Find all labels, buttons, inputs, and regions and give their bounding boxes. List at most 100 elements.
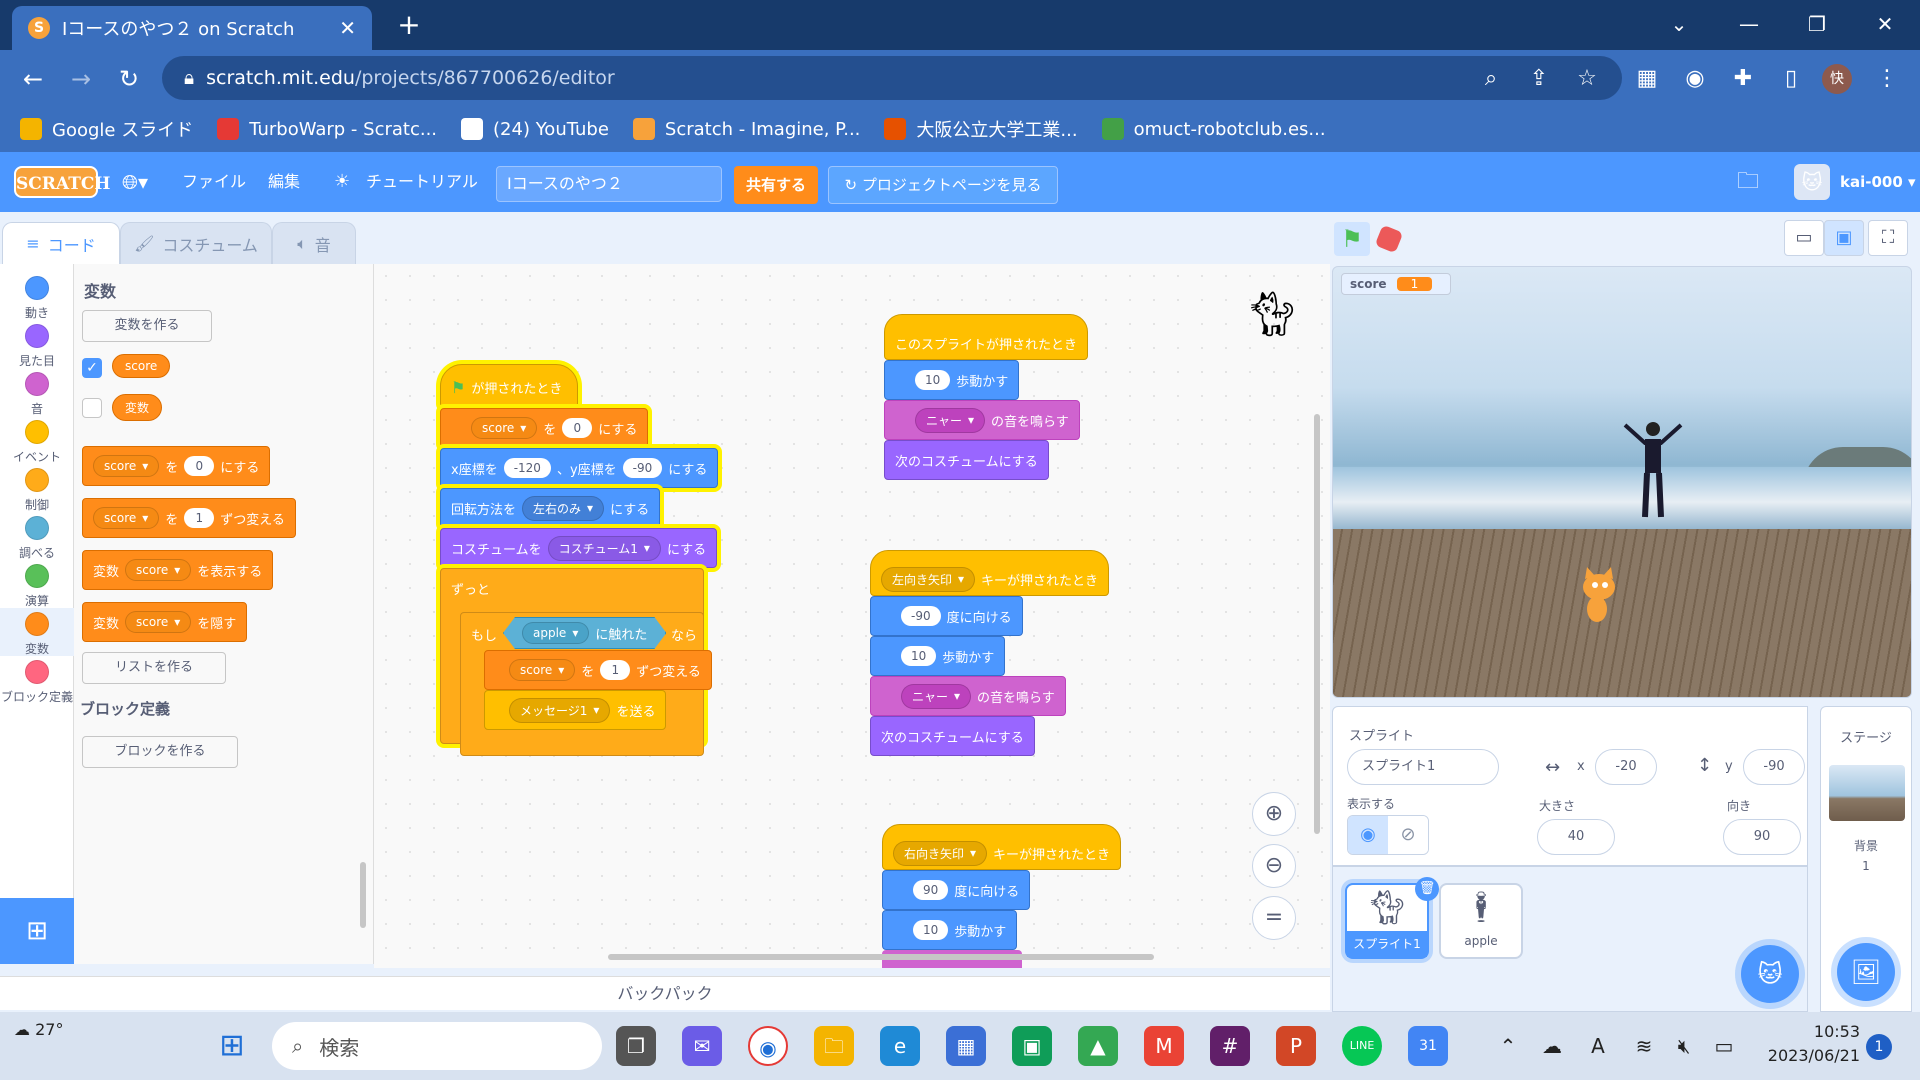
stage-selector-pane[interactable]: ステージ 背景 1 🖼︎ — [1820, 706, 1912, 1012]
move-steps-block-3[interactable]: 10 歩動かす — [882, 910, 1018, 950]
direction-value-1[interactable]: -90 — [901, 606, 941, 626]
side-panel-icon[interactable]: ▯ — [1774, 62, 1808, 96]
taskbar-search[interactable]: ⌕ 検索 — [272, 1022, 602, 1070]
google-drive-icon[interactable]: ▲ — [1078, 1026, 1118, 1066]
when-right-key-block[interactable]: 右向き矢印 ▾ キーが押されたとき — [882, 824, 1122, 870]
bookmark-item[interactable]: (24) YouTube — [461, 118, 609, 140]
share-button[interactable]: 共有する — [734, 166, 818, 204]
change-var-value[interactable]: 1 — [184, 508, 215, 528]
move-steps-block-1[interactable]: 10 歩動かす — [884, 360, 1020, 400]
sound-dropdown-2[interactable]: ニャー ▾ — [901, 683, 972, 709]
when-left-key-block[interactable]: 左向き矢印 ▾ キーが押されたとき — [870, 550, 1110, 596]
hide-var-dropdown[interactable]: score ▾ — [125, 611, 192, 633]
bookmark-star-icon[interactable]: ☆ — [1570, 62, 1604, 96]
direction-value-2[interactable]: 90 — [913, 880, 949, 900]
sound-dropdown-1[interactable]: ニャー ▾ — [915, 407, 986, 433]
play-sound-block-2[interactable]: ニャー ▾ の音を鳴らす — [870, 676, 1066, 716]
apple-sprite-person[interactable] — [1623, 417, 1683, 527]
tab-sound[interactable]: 🔈︎ 音 — [272, 222, 356, 264]
zoom-icon[interactable]: ⌕ — [1474, 62, 1508, 96]
change-score-dropdown[interactable]: score ▾ — [509, 659, 576, 681]
touching-dropdown[interactable]: apple ▾ — [522, 622, 589, 644]
add-backdrop-icon[interactable]: 🖼︎ — [1837, 943, 1895, 1001]
variable-reporter[interactable]: 変数 — [112, 394, 163, 421]
set-var-value[interactable]: 0 — [184, 456, 215, 476]
restore-icon[interactable]: ❐ — [1792, 6, 1842, 42]
right-key-dropdown[interactable]: 右向き矢印 ▾ — [893, 840, 988, 866]
category-2[interactable]: 音 — [0, 368, 74, 416]
small-stage-icon[interactable]: ▭ — [1784, 220, 1824, 256]
close-tab-icon[interactable]: ✕ — [339, 16, 356, 40]
palette-show-variable-block[interactable]: 変数 score ▾ を表示する — [82, 550, 274, 590]
set-var-dropdown[interactable]: score ▾ — [93, 455, 160, 477]
back-icon[interactable]: ← — [16, 62, 50, 96]
workspace-h-scrollbar[interactable] — [608, 954, 1154, 960]
tab-search-chevron-icon[interactable]: ⌄ — [1654, 6, 1704, 42]
bookmark-item[interactable]: Scratch - Imagine, P... — [632, 118, 860, 140]
set-score-dropdown[interactable]: score ▾ — [471, 417, 538, 439]
next-costume-block-1[interactable]: 次のコスチュームにする — [884, 440, 1049, 480]
forward-icon[interactable]: → — [64, 62, 98, 96]
extension-globe-icon[interactable]: ◉ — [1678, 62, 1712, 96]
show-eye-icon[interactable]: ◉ — [1348, 816, 1388, 854]
edge-icon[interactable]: e — [880, 1026, 920, 1066]
bookmark-item[interactable]: 大阪公立大学工業... — [884, 116, 1078, 142]
direction-input[interactable]: 90 — [1723, 819, 1801, 855]
clock[interactable]: 10:53 2023/06/21 — [1740, 1020, 1860, 1068]
zoom-out-icon[interactable]: ⊖ — [1252, 844, 1296, 888]
move-steps-block-2[interactable]: 10 歩動かす — [870, 636, 1006, 676]
volume-muted-icon[interactable]: 🔇︎ — [1664, 1026, 1704, 1066]
set-score-value[interactable]: 0 — [562, 418, 593, 438]
left-key-dropdown[interactable]: 左向き矢印 ▾ — [881, 566, 976, 592]
classroom-icon[interactable]: ▣ — [1012, 1026, 1052, 1066]
reload-icon[interactable]: ↻ — [112, 62, 146, 96]
goto-y-value[interactable]: -90 — [622, 458, 663, 478]
play-sound-block-1[interactable]: ニャー ▾ の音を鳴らす — [884, 400, 1080, 440]
bookmark-item[interactable]: omuct-robotclub.es... — [1101, 118, 1326, 140]
cat-sprite[interactable] — [1573, 567, 1623, 627]
stage-backdrop-thumbnail[interactable] — [1829, 765, 1905, 821]
menu-tutorial[interactable]: チュートリアル — [366, 152, 478, 212]
move-steps-value-1[interactable]: 10 — [915, 370, 951, 390]
switch-costume-block[interactable]: コスチュームを コスチューム1 ▾ にする — [440, 528, 718, 568]
score-monitor-checkbox[interactable]: ✓ — [82, 358, 102, 378]
bookmark-item[interactable]: Google スライド — [20, 116, 193, 142]
onedrive-icon[interactable]: ☁ — [1532, 1026, 1572, 1066]
notification-badge[interactable]: 1 — [1866, 1034, 1892, 1060]
file-explorer-icon[interactable]: 🗀 — [814, 1026, 854, 1066]
y-input[interactable]: -90 — [1743, 749, 1805, 785]
ime-icon[interactable]: A — [1578, 1026, 1618, 1066]
powerpoint-icon[interactable]: P — [1276, 1026, 1316, 1066]
battery-icon[interactable]: ▭ — [1704, 1026, 1744, 1066]
when-flag-clicked-block[interactable]: ⚑ が押されたとき — [440, 364, 578, 408]
variable-monitor-checkbox[interactable] — [82, 398, 102, 418]
touching-sensor[interactable]: apple ▾ に触れた — [503, 617, 666, 649]
category-5[interactable]: 調べる — [0, 512, 74, 560]
windows-start-icon[interactable]: ⊞ — [212, 1026, 252, 1066]
profile-avatar[interactable]: 快 — [1822, 64, 1852, 94]
category-8[interactable]: ブロック定義 — [0, 656, 74, 704]
close-window-icon[interactable]: ✕ — [1860, 6, 1910, 42]
language-globe-icon[interactable]: 🌐︎▾ — [122, 152, 148, 212]
share-icon[interactable]: ⇪ — [1522, 62, 1556, 96]
palette-hide-variable-block[interactable]: 変数 score ▾ を隠す — [82, 602, 248, 642]
wifi-icon[interactable]: ≋ — [1624, 1026, 1664, 1066]
message-dropdown[interactable]: メッセージ1 ▾ — [509, 697, 611, 723]
tab-code[interactable]: ≡ コード — [2, 222, 120, 264]
show-var-dropdown[interactable]: score ▾ — [125, 559, 192, 581]
weather-widget[interactable]: ☁ 27° — [14, 1020, 84, 1039]
see-project-page-button[interactable]: ↻ プロジェクトページを見る — [828, 166, 1058, 204]
user-avatar[interactable]: 🐱 — [1794, 164, 1830, 200]
size-input[interactable]: 40 — [1537, 819, 1615, 855]
new-tab-button[interactable]: + — [392, 8, 426, 42]
set-score-block[interactable]: score ▾ を 0 にする — [440, 408, 649, 448]
hide-eye-icon[interactable]: ⊘ — [1388, 816, 1428, 854]
chat-icon[interactable]: ✉ — [682, 1026, 722, 1066]
goto-xy-block[interactable]: x座標を -120 、y座標を -90 にする — [440, 448, 719, 488]
backpack-bar[interactable]: バックパック — [0, 976, 1330, 1010]
fullscreen-icon[interactable]: ⛶ — [1868, 220, 1908, 256]
change-score-block[interactable]: score ▾ を 1 ずつ変える — [484, 650, 712, 690]
username-menu[interactable]: kai-000 ▾ — [1840, 152, 1916, 212]
scratch-logo[interactable]: SCRATCH — [14, 166, 110, 198]
change-var-dropdown[interactable]: score ▾ — [93, 507, 160, 529]
